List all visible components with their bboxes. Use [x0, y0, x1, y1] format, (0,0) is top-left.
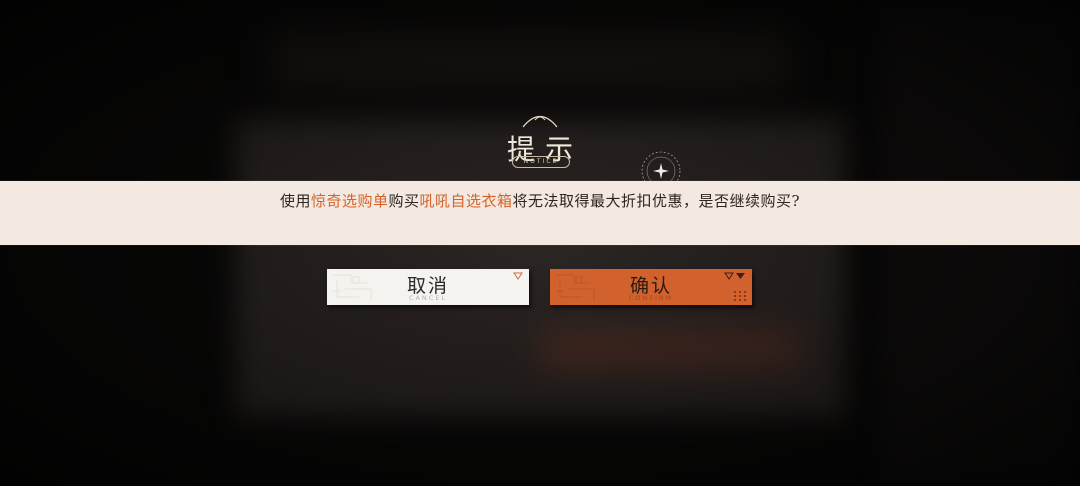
cancel-button[interactable]: 取消 CANCEL — [327, 269, 529, 305]
message-text: 使用 — [279, 192, 311, 210]
arch-ornament-icon — [522, 115, 558, 128]
dialog-title-subtitle: NOTICE — [512, 156, 570, 168]
confirm-button[interactable]: 确认 CONFIRM — [550, 269, 752, 305]
message-text: 将无法取得最大折扣优惠，是否继续购买? — [512, 192, 801, 210]
item-name-highlight: 惊奇选购单 — [310, 192, 389, 210]
confirm-button-sublabel: CONFIRM — [628, 294, 674, 302]
message-text: 购买 — [388, 192, 420, 210]
item-name-highlight: 吼吼自选衣箱 — [419, 192, 513, 210]
dialog-message: 使用惊奇选购单购买吼吼自选衣箱将无法取得最大折扣优惠，是否继续购买? — [270, 190, 810, 212]
cancel-button-sublabel: CANCEL — [408, 294, 448, 302]
